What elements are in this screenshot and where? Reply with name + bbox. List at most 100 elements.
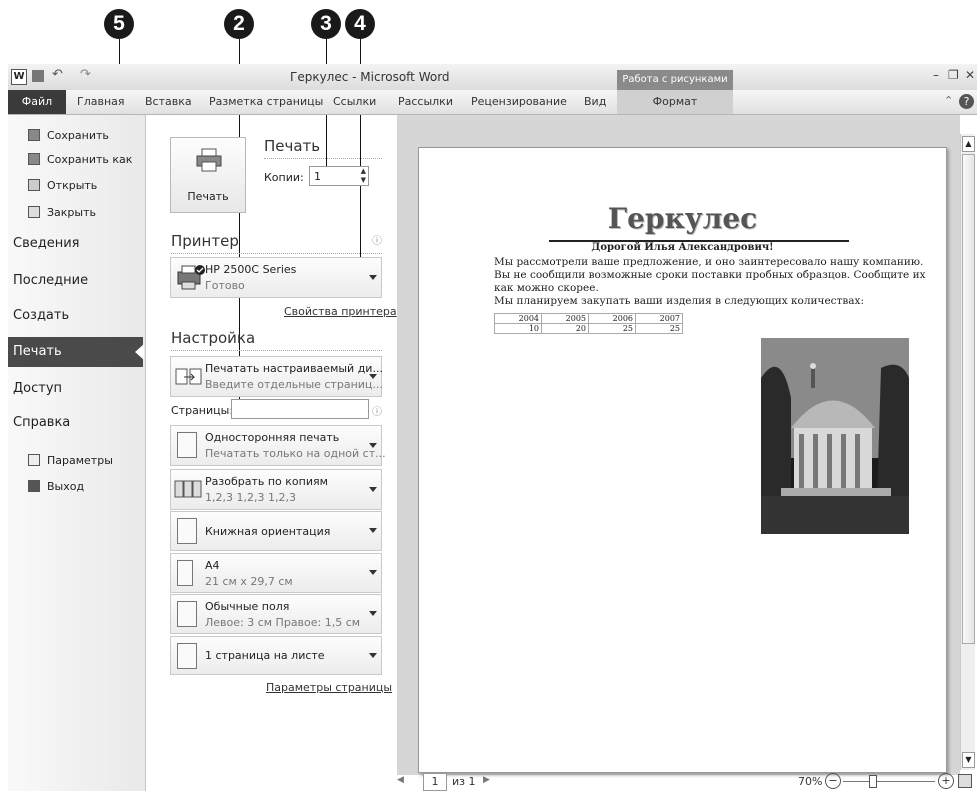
nav-recent[interactable]: Последние [8,266,145,296]
sides-dropdown[interactable]: Односторонняя печать Печатать только на … [170,425,386,466]
divider [171,350,382,351]
orientation-dropdown[interactable]: Книжная ориентация [170,511,382,551]
prev-page-icon[interactable]: ◀ [397,775,404,785]
table-cell: 10 [494,323,542,334]
collate-title: Разобрать по копиям [205,475,328,488]
table-cell: 2004 [494,313,542,324]
margins-title: Обычные поля [205,600,290,613]
page-number-input[interactable]: 1 [423,773,447,791]
nav-save[interactable]: Сохранить [28,126,109,144]
chevron-down-icon [369,652,377,658]
tab-review[interactable]: Рецензирование [471,90,567,114]
tab-view[interactable]: Вид [584,90,606,114]
tab-home[interactable]: Главная [77,90,125,114]
printer-device-icon [177,265,205,290]
nav-close-label: Закрыть [47,205,96,219]
paper-size-subtitle: 21 см x 29,7 см [205,575,293,588]
page-setup-link[interactable]: Параметры страницы [266,681,392,694]
nav-options[interactable]: Параметры [28,451,113,469]
paper-size-title: А4 [205,559,220,572]
paper-size-icon [177,560,193,586]
collapse-ribbon-icon[interactable]: ⌃ [944,94,953,107]
margins-dropdown[interactable]: Обычные поля Левое: 3 см Правое: 1,5 см [170,594,382,634]
help-icon[interactable]: ? [959,94,974,109]
callout-3: 3 [311,9,341,39]
printer-name: HP 2500C Series [205,263,297,276]
chevron-down-icon [369,528,377,533]
chevron-down-icon [369,570,377,575]
save-icon[interactable] [32,70,44,82]
nav-exit[interactable]: Выход [28,477,84,495]
zoom-out-icon[interactable]: − [825,773,841,789]
collate-dropdown[interactable]: Разобрать по копиям 1,2,3 1,2,3 1,2,3 [170,469,382,510]
tab-references[interactable]: Ссылки [333,90,376,114]
table-cell: 20 [541,323,589,334]
nav-options-label: Параметры [47,453,113,467]
context-group-picture-tools: Работа с рисунками [617,70,733,90]
tab-insert[interactable]: Вставка [145,90,192,114]
tab-file[interactable]: Файл [8,90,66,114]
tab-mailings[interactable]: Рассылки [398,90,453,114]
chevron-down-icon [369,486,377,492]
undo-icon[interactable]: ↶ [52,67,63,82]
callout-4: 4 [345,9,375,39]
printer-icon [196,148,222,172]
body-line: Вы не сообщили возможные сроки поставки … [494,269,926,281]
nav-save-as[interactable]: Сохранить как [28,150,132,168]
quantities-table: 2004 2005 2006 2007 10 20 25 25 [494,313,683,334]
print-button[interactable]: Печать [170,137,246,213]
sides-title: Односторонняя печать [205,431,340,444]
pages-input[interactable] [231,399,369,419]
tab-format[interactable]: Формат [617,90,733,114]
margins-subtitle: Левое: 3 см Правое: 1,5 см [205,616,361,629]
word-logo-icon: W [11,69,27,85]
printer-properties-link[interactable]: Свойства принтера [284,305,397,318]
copies-label: Копии: [264,171,304,184]
vertical-scrollbar[interactable]: ▲ ▼ [960,134,975,770]
pages-label: Страницы: [171,404,234,417]
printer-dropdown[interactable]: HP 2500C Series Готово [170,257,382,298]
close-icon[interactable]: ✕ [965,68,975,82]
next-page-icon[interactable]: ▶ [483,775,490,785]
nav-help[interactable]: Справка [8,408,145,438]
document-title: Геркулес [607,202,758,235]
copies-spinner[interactable]: 1 ▲ ▼ [309,166,369,186]
nav-print[interactable]: Печать [8,337,144,367]
nav-save-as-label: Сохранить как [47,152,133,166]
preview-page: Геркулес Дорогой Илья Александрович! Мы … [418,147,947,773]
print-range-title: Печатать настраиваемый ди... [205,362,383,375]
paper-size-dropdown[interactable]: А4 21 см x 29,7 см [170,553,382,593]
body-line: Мы планируем закупать ваши изделия в сле… [494,295,864,307]
nav-open[interactable]: Открыть [28,176,97,194]
scroll-up-icon[interactable]: ▲ [962,136,975,152]
nav-close[interactable]: Закрыть [28,203,96,221]
spinner-arrows-icon[interactable]: ▲ ▼ [361,167,366,185]
info-icon[interactable]: ⓘ [372,403,382,418]
nav-exit-label: Выход [47,479,85,493]
nav-share[interactable]: Доступ [8,374,145,404]
nav-new[interactable]: Создать [8,301,145,331]
zoom-in-icon[interactable]: + [938,773,954,789]
print-range-dropdown[interactable]: Печатать настраиваемый ди... Введите отд… [170,356,383,397]
sides-subtitle: Печатать только на одной ст... [205,447,386,460]
scroll-down-icon[interactable]: ▼ [962,752,975,768]
body-line: Мы рассмотрели ваше предложение, и оно з… [494,256,924,268]
zoom-slider-thumb[interactable] [869,775,877,788]
table-cell: 25 [588,323,636,334]
fit-page-icon[interactable] [958,774,972,788]
minimize-icon[interactable]: – [933,68,939,82]
rotunda-photo [761,338,909,534]
body-line: как можно скорее. [494,282,599,294]
printer-status: Готово [205,279,245,292]
table-row: 2004 2005 2006 2007 [494,313,683,324]
pages-per-sheet-dropdown[interactable]: 1 страница на листе [170,636,382,675]
tab-page-layout[interactable]: Разметка страницы [209,90,323,114]
scroll-thumb[interactable] [962,154,975,644]
nav-info[interactable]: Сведения [8,229,145,259]
redo-icon[interactable]: ↷ [80,67,91,82]
info-icon[interactable]: ⓘ [372,232,382,247]
table-cell: 2006 [588,313,636,324]
restore-icon[interactable]: ❐ [948,68,959,82]
zoom-slider[interactable] [843,781,935,782]
open-folder-icon [28,179,40,191]
